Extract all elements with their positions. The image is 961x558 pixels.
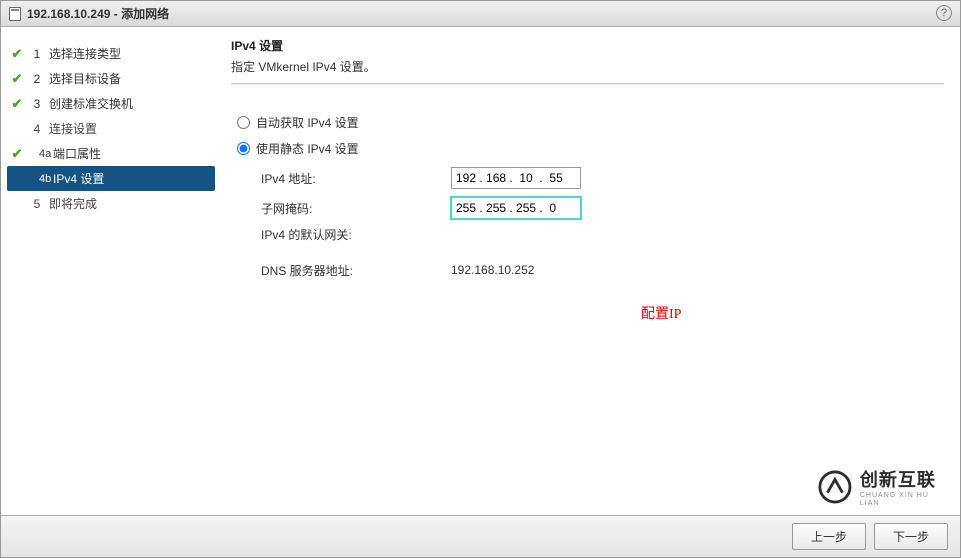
check-icon: ✔ [9,96,25,112]
back-button[interactable]: 上一步 [792,523,866,550]
wizard-sidebar: ✔ 1 选择连接类型 ✔ 2 选择目标设备 ✔ 3 创建标准交换机 ✔ 4 连接… [1,27,217,515]
section-subtitle: 指定 VMkernel IPv4 设置。 [231,58,944,75]
next-button[interactable]: 下一步 [874,523,948,550]
step-3[interactable]: ✔ 3 创建标准交换机 [7,91,217,116]
step-5[interactable]: ✔ 5 即将完成 [7,191,217,216]
section-title: IPv4 设置 [231,37,944,54]
step-4a[interactable]: ✔ 4a 端口属性 [7,141,217,166]
step-2[interactable]: ✔ 2 选择目标设备 [7,66,217,91]
step-4[interactable]: ✔ 4 连接设置 [7,116,217,141]
help-icon[interactable]: ? [936,5,952,21]
host-icon [9,7,21,21]
ipv4-address-input[interactable] [451,167,581,189]
radio-static-label: 使用静态 IPv4 设置 [256,140,359,157]
default-gateway-label: IPv4 的默认网关: [261,226,451,243]
step-1[interactable]: ✔ 1 选择连接类型 [7,41,217,66]
window-title: 192.168.10.249 - 添加网络 [27,5,169,22]
check-icon: ✔ [9,71,25,87]
ipv4-address-label: IPv4 地址: [261,170,451,187]
subnet-mask-input[interactable] [451,197,581,219]
radio-auto-ipv4[interactable] [237,116,250,129]
main-pane: IPv4 设置 指定 VMkernel IPv4 设置。 自动获取 IPv4 设… [217,27,960,515]
subnet-mask-label: 子网掩码: [261,200,451,217]
radio-auto-label: 自动获取 IPv4 设置 [256,114,359,131]
dns-server-label: DNS 服务器地址: [261,262,451,279]
title-bar: 192.168.10.249 - 添加网络 ? [1,1,960,27]
wizard-footer: 上一步 下一步 [1,515,960,557]
radio-static-ipv4[interactable] [237,142,250,155]
annotation-text: 配置IP [641,303,681,323]
watermark-logo: 创新互联 CHUANG XIN HU LIAN [818,465,946,509]
logo-icon [818,469,852,505]
logo-text: 创新互联 [860,470,936,490]
check-icon: ✔ [9,146,25,162]
logo-subtext: CHUANG XIN HU LIAN [860,492,946,508]
dns-server-value: 192.168.10.252 [451,263,534,277]
check-icon: ✔ [9,46,25,62]
step-4b[interactable]: ✔ 4b IPv4 设置 [7,166,215,191]
